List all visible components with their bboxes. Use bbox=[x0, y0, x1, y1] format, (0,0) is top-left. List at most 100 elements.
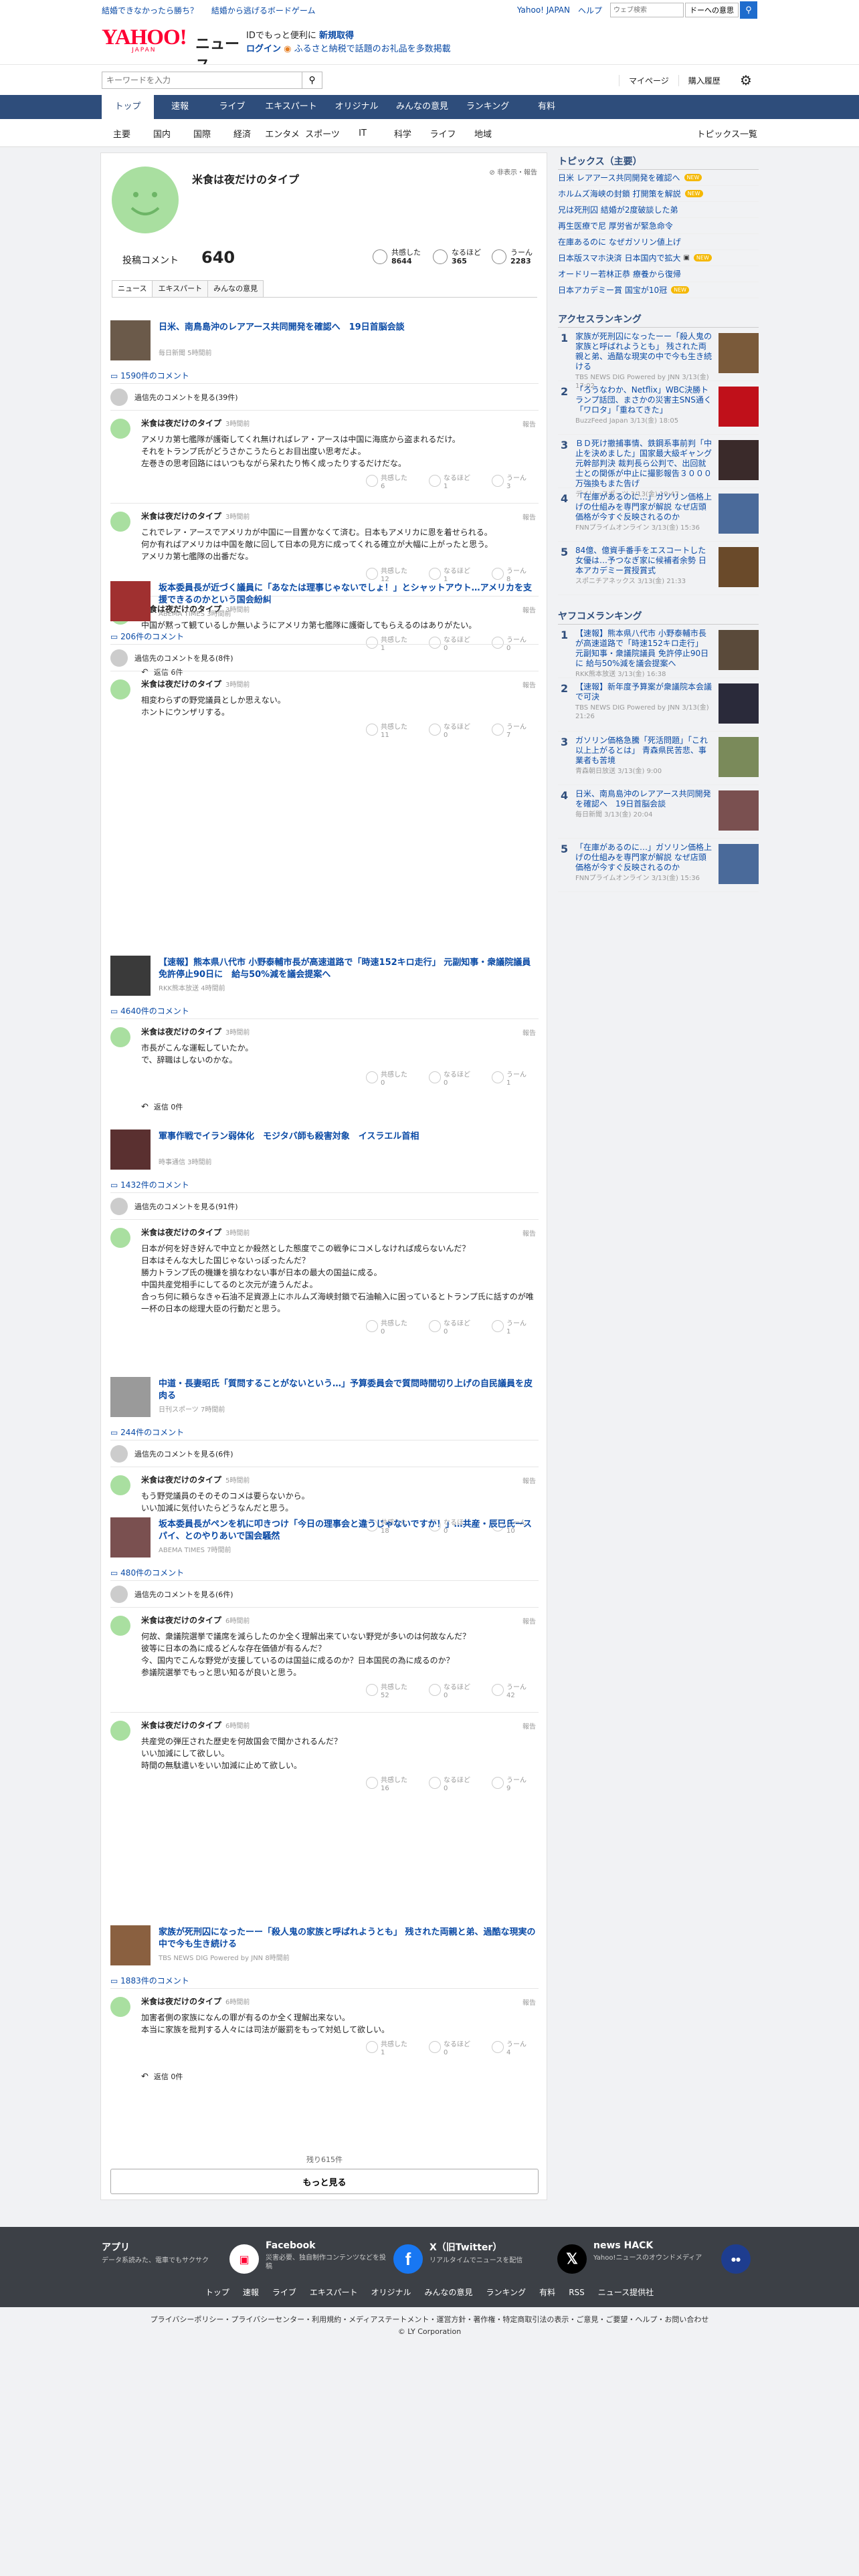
ranking-item[interactable]: 1 【速報】熊本県八代市 小野泰輔市長が高速道路で「時速152キロ走行」 元副知事… bbox=[558, 625, 759, 678]
uun-button[interactable]: うーん 42 bbox=[492, 1684, 539, 1712]
report-link[interactable]: 報告 bbox=[522, 1616, 536, 1626]
article-thumbnail[interactable] bbox=[110, 581, 151, 621]
article-thumbnail[interactable] bbox=[110, 956, 151, 996]
report-link[interactable]: 報告 bbox=[522, 1997, 536, 2007]
uun-button[interactable]: うーん 7 bbox=[492, 724, 539, 752]
footer-nav-item[interactable]: ランキング bbox=[486, 2286, 527, 2299]
keyword-search-input[interactable] bbox=[102, 72, 302, 89]
reply-link[interactable]: ↶ 返信 0件 bbox=[141, 2069, 539, 2084]
naruhodo-button[interactable]: なるほど 0 bbox=[429, 1684, 476, 1712]
article-comment-count[interactable]: ▭ 4640件のコメント bbox=[110, 1005, 539, 1018]
gnav-tab-flash[interactable]: 速報 bbox=[154, 95, 206, 119]
uun-button[interactable]: うーん 3 bbox=[492, 475, 539, 503]
article-title[interactable]: 軍事作戦でイラン弱体化 モジタバ師も殺害対象 イスラエル首相 bbox=[159, 1131, 537, 1143]
category-science[interactable]: 科学 bbox=[383, 127, 423, 140]
report-link[interactable]: 報告 bbox=[522, 1228, 536, 1238]
gnav-tab-original[interactable]: オリジナル bbox=[324, 95, 389, 119]
ranking-item[interactable]: 5 「在庫があるのに…」ガソリン価格上げの仕組みを専門家が解説 なぜ店頭価格が今す… bbox=[558, 839, 759, 892]
see-previous-comments[interactable]: 過信先のコメントを見る(6件) bbox=[110, 1440, 539, 1467]
footer-nav-item[interactable]: オリジナル bbox=[371, 2286, 411, 2299]
web-search-option-button[interactable]: ドーへの意思 bbox=[685, 3, 739, 17]
category-economy[interactable]: 経済 bbox=[222, 127, 262, 140]
footer-nav-item[interactable]: 有料 bbox=[539, 2286, 555, 2299]
promo-link-2[interactable]: 結婚から逃げるボードゲーム bbox=[211, 6, 316, 15]
gnav-tab-live[interactable]: ライブ bbox=[206, 95, 258, 119]
commenter-name[interactable]: 米食は夜だけのタイプ bbox=[141, 512, 221, 521]
footer-policy-links[interactable]: プライバシーポリシー・プライバシーセンター・利用規約・メディアステートメント・運… bbox=[0, 2314, 859, 2326]
category-it[interactable]: IT bbox=[343, 128, 383, 138]
article-thumbnail[interactable] bbox=[110, 1377, 151, 1417]
yahoo-news-logo[interactable]: YAHOO! JAPAN ニュース bbox=[102, 27, 240, 75]
tab-expert[interactable]: エキスパート bbox=[153, 280, 209, 298]
report-link[interactable]: 報告 bbox=[522, 1721, 536, 1731]
article-header[interactable]: 坂本委員長がペンを机に叩きつけ「今日の理事会と違うじゃないですか！」…共産・辰巳… bbox=[110, 1517, 539, 1560]
naruhodo-button[interactable]: なるほど 0 bbox=[429, 724, 476, 752]
report-link[interactable]: 報告 bbox=[522, 1027, 536, 1037]
topic-item[interactable]: オードリー若林正恭 療養から復帰 bbox=[558, 266, 759, 282]
footer-nav-item[interactable]: 速報 bbox=[243, 2286, 259, 2299]
furusato-link[interactable]: ふるさと納税で話題のお礼品を多数掲載 bbox=[294, 44, 451, 54]
uun-button[interactable]: うーん 1 bbox=[492, 1320, 539, 1348]
commenter-name[interactable]: 米食は夜だけのタイプ bbox=[141, 1997, 221, 2006]
register-link[interactable]: 新規取得 bbox=[319, 31, 354, 41]
reply-link[interactable]: ↶ 返信 0件 bbox=[141, 1099, 539, 1114]
tab-opinion[interactable]: みんなの意見 bbox=[208, 280, 264, 298]
ranking-item[interactable]: 5 84億、億資手番手をエスコートした女優は…予つなぎ家に候補者余勢 日本アカデミ… bbox=[558, 542, 759, 595]
report-link[interactable]: 報告 bbox=[522, 419, 536, 429]
commenter-name[interactable]: 米食は夜だけのタイプ bbox=[141, 419, 221, 428]
article-title[interactable]: 日米、南鳥島沖のレアアース共同開発を確認へ 19日首脳会談 bbox=[159, 322, 537, 334]
category-main[interactable]: 主要 bbox=[102, 127, 142, 140]
article-header[interactable]: 【速報】熊本県八代市 小野泰輔市長が高速道路で「時速152キロ走行」 元副知事・… bbox=[110, 956, 539, 998]
commenter-name[interactable]: 米食は夜だけのタイプ bbox=[141, 679, 221, 689]
topic-item[interactable]: 在庫あるのに なぜガソリン値上げ bbox=[558, 234, 759, 250]
login-link[interactable]: ログイン bbox=[246, 44, 281, 54]
see-previous-comments[interactable]: 過信先のコメントを見る(6件) bbox=[110, 1580, 539, 1607]
topic-item[interactable]: 再生医療で尼 厚労省が緊急命令 bbox=[558, 218, 759, 234]
web-search-submit-button[interactable]: ⚲ bbox=[740, 1, 757, 19]
article-header[interactable]: 家族が死刑囚になったーー「殺人鬼の家族と呼ばれようとも」 残された両親と弟、過酷… bbox=[110, 1925, 539, 1968]
ranking-item[interactable]: 4 日米、南鳥島沖のレアアース共同開発を確認へ 19日首脳会談 毎日新聞 3/13(… bbox=[558, 785, 759, 839]
article-title[interactable]: 坂本委員長が近づく議員に「あなたは理事じゃないでしょ！」とシャットアウト…アメリ… bbox=[159, 582, 537, 607]
footer-x[interactable]: X（旧Twitter） リアルタイムでニュースを配信 𝕏 bbox=[430, 2240, 593, 2274]
article-thumbnail[interactable] bbox=[110, 1925, 151, 1965]
report-link[interactable]: 報告 bbox=[522, 679, 536, 689]
gnav-tab-expert[interactable]: エキスパート bbox=[258, 95, 324, 119]
topic-item[interactable]: 日本版スマホ決済 日本国内で拡大 ▣ NEW bbox=[558, 250, 759, 266]
article-comment-count[interactable]: ▭ 1883件のコメント bbox=[110, 1975, 539, 1988]
article-header[interactable]: 坂本委員長が近づく議員に「あなたは理事じゃないでしょ！」とシャットアウト…アメリ… bbox=[110, 581, 539, 624]
ranking-item[interactable]: 2 「ろうなわか、Netflix」WBC決勝トランプ話団、まさかの災害主SNS通く… bbox=[558, 381, 759, 435]
category-domestic[interactable]: 国内 bbox=[142, 127, 182, 140]
ranking-item[interactable]: 2 【速報】新年度予算案が衆議院本会議で可決 TBS NEWS DIG Powere… bbox=[558, 678, 759, 732]
footer-app[interactable]: アプリ データ系読みた、電車でもサクサク ▣ bbox=[102, 2240, 266, 2274]
category-sports[interactable]: スポーツ bbox=[302, 127, 343, 140]
mypage-link[interactable]: マイページ bbox=[619, 74, 678, 86]
naruhodo-button[interactable]: なるほど 0 bbox=[429, 2041, 476, 2069]
report-link[interactable]: 報告 bbox=[522, 512, 536, 522]
footer-newshack[interactable]: news HACK Yahoo!ニュースのオウンドメディア ●● bbox=[593, 2240, 757, 2274]
naruhodo-button[interactable]: なるほど 0 bbox=[429, 1320, 476, 1348]
article-comment-count[interactable]: ▭ 206件のコメント bbox=[110, 631, 539, 644]
topic-item[interactable]: ホルムズ海峡の封鎖 打開策を解説 NEW bbox=[558, 186, 759, 202]
gnav-tab-paid[interactable]: 有料 bbox=[520, 95, 573, 119]
show-more-button[interactable]: もっと見る bbox=[110, 2169, 539, 2194]
promo-link-1[interactable]: 結婚できなかったら勝ち？ bbox=[102, 6, 198, 15]
article-header[interactable]: 軍事作戦でイラン弱体化 モジタバ師も殺害対象 イスラエル首相 時事通信 3時間前 bbox=[110, 1130, 539, 1172]
keyword-search-button[interactable]: ⚲ bbox=[302, 72, 322, 89]
see-previous-comments[interactable]: 過信先のコメントを見る(91件) bbox=[110, 1192, 539, 1219]
uun-button[interactable]: うーん 4 bbox=[492, 2041, 539, 2069]
article-title[interactable]: 家族が死刑囚になったーー「殺人鬼の家族と呼ばれようとも」 残された両親と弟、過酷… bbox=[159, 1927, 537, 1951]
article-title[interactable]: 中道・長妻昭氏「質問することがないという…」予算委員会で質問時間切り上げの自民議… bbox=[159, 1378, 537, 1402]
article-thumbnail[interactable] bbox=[110, 1130, 151, 1170]
category-entertainment[interactable]: エンタメ bbox=[262, 127, 302, 140]
commenter-name[interactable]: 米食は夜だけのタイプ bbox=[141, 1228, 221, 1237]
article-comment-count[interactable]: ▭ 244件のコメント bbox=[110, 1426, 539, 1440]
article-header[interactable]: 日米、南鳥島沖のレアアース共同開発を確認へ 19日首脳会談 毎日新聞 5時間前 bbox=[110, 320, 539, 363]
article-title[interactable]: 【速報】熊本県八代市 小野泰輔市長が高速道路で「時速152キロ走行」 元副知事・… bbox=[159, 957, 539, 981]
see-previous-comments[interactable]: 過信先のコメントを見る(8件) bbox=[110, 644, 539, 671]
tab-news[interactable]: ニュース bbox=[112, 280, 153, 298]
naruhodo-button[interactable]: なるほど 0 bbox=[429, 1777, 476, 1805]
see-previous-comments[interactable]: 過信先のコメントを見る(39件) bbox=[110, 383, 539, 410]
footer-nav-item[interactable]: ニュース提供社 bbox=[598, 2286, 654, 2299]
topic-item[interactable]: 兄は死刑囚 結婚が2度破談した弟 bbox=[558, 202, 759, 218]
commenter-name[interactable]: 米食は夜だけのタイプ bbox=[141, 1721, 221, 1730]
